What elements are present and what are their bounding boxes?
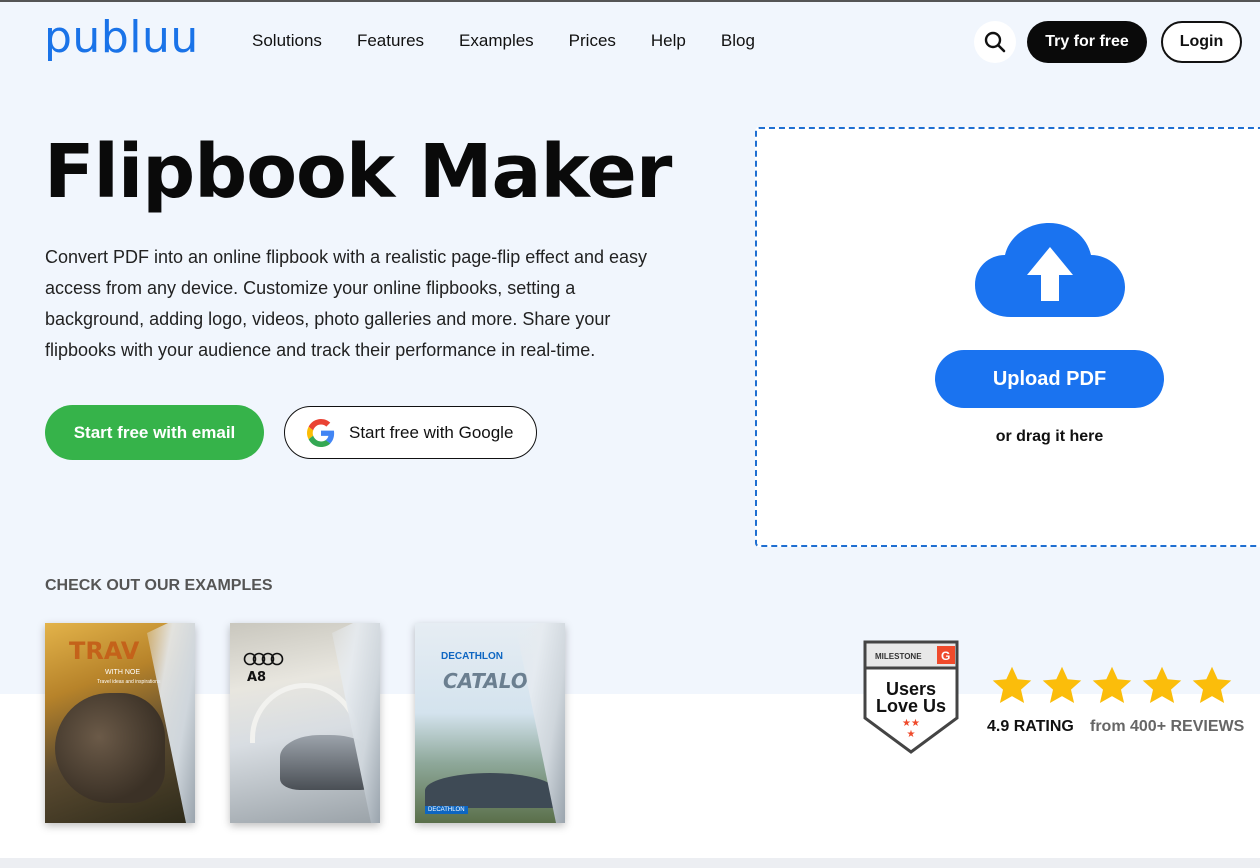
search-icon [984, 31, 1006, 53]
page-title: Flipbook Maker [44, 129, 672, 215]
cloud-upload-icon [975, 223, 1125, 317]
elephant-image [55, 693, 165, 803]
travel-tagline: Travel ideas and inspirations [97, 679, 161, 685]
start-free-google-button[interactable]: Start free with Google [284, 406, 537, 459]
nav-help[interactable]: Help [651, 31, 686, 51]
nav-examples[interactable]: Examples [459, 31, 534, 51]
drag-hint: or drag it here [995, 428, 1104, 445]
hero-description: Convert PDF into an online flipbook with… [45, 247, 647, 360]
nav-solutions[interactable]: Solutions [252, 31, 322, 51]
examples-heading: CHECK OUT OUR EXAMPLES [45, 577, 273, 594]
g2-badge-icon: MILESTONE G Users Love Us ★★ ★ [863, 640, 959, 754]
example-audi-thumbnail[interactable]: A8 [230, 623, 380, 823]
google-button-label: Start free with Google [349, 422, 514, 442]
rating-score: 4.9 RATING [987, 718, 1074, 735]
star-icon [1192, 666, 1232, 704]
star-icon [1142, 666, 1182, 704]
main-nav: Solutions Features Examples Prices Help … [252, 31, 790, 51]
decathlon-brand: DECATHLON [441, 651, 504, 662]
nav-prices[interactable]: Prices [569, 31, 616, 51]
svg-text:★★: ★★ [902, 718, 920, 729]
travel-subtitle: WITH NOE [105, 669, 140, 676]
review-count: from 400+ REVIEWS [1090, 718, 1245, 735]
star-icon [1092, 666, 1132, 704]
search-button[interactable] [974, 21, 1016, 63]
decathlon-brand-bottom: DECATHLON [425, 806, 468, 814]
badge-milestone-text: MILESTONE [875, 652, 922, 661]
star-icon [992, 666, 1032, 704]
travel-title: TRAV [69, 637, 140, 665]
svg-text:G: G [941, 649, 950, 663]
badge-line2: Love Us [876, 696, 946, 716]
upload-dropzone[interactable] [755, 127, 1260, 547]
bottom-strip [0, 858, 1260, 868]
publuu-logo[interactable]: publuu [44, 16, 199, 60]
upload-pdf-button[interactable]: Upload PDF [935, 350, 1164, 408]
example-decathlon-thumbnail[interactable]: DECATHLON CATALO DECATHLON [415, 623, 565, 823]
arch-image [250, 683, 360, 743]
example-travel-thumbnail[interactable]: TRAV WITH NOE Travel ideas and inspirati… [45, 623, 195, 823]
tents-image [425, 773, 555, 808]
audi-rings-logo [243, 652, 284, 666]
try-for-free-button[interactable]: Try for free [1027, 21, 1147, 63]
audi-title: A8 [247, 670, 267, 685]
star-icon [1042, 666, 1082, 704]
start-free-email-button[interactable]: Start free with email [45, 405, 264, 460]
rating-stars [990, 664, 1240, 708]
catalog-title: CATALO [443, 669, 528, 693]
svg-text:★: ★ [907, 729, 916, 740]
login-button[interactable]: Login [1161, 21, 1242, 63]
google-icon [307, 418, 335, 447]
nav-blog[interactable]: Blog [721, 31, 755, 51]
nav-features[interactable]: Features [357, 31, 424, 51]
